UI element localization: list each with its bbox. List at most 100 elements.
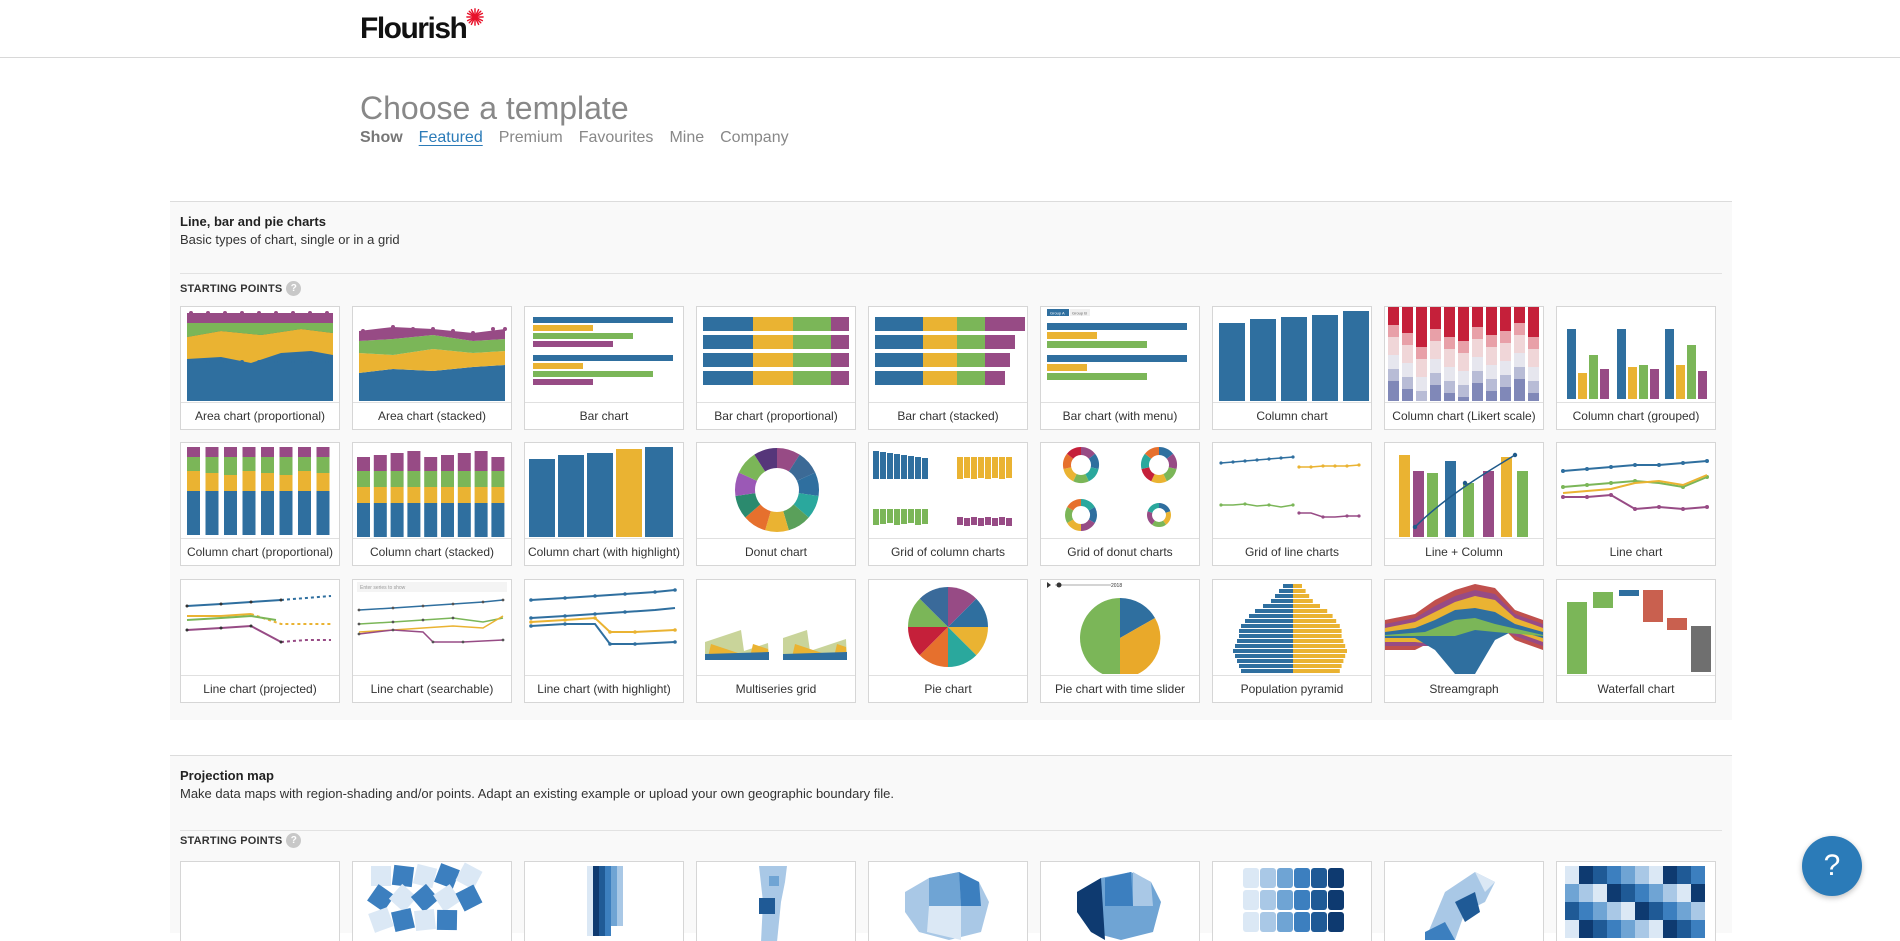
template-card-label: Column chart (grouped) <box>1557 402 1715 430</box>
template-card[interactable]: 2018 Pie chart with time slider <box>1040 579 1200 703</box>
chart-thumbnail-svg <box>908 587 988 667</box>
help-question-icon[interactable]: ? <box>286 833 302 848</box>
template-card[interactable]: Grid of column charts <box>868 442 1028 566</box>
template-card[interactable]: Streamgraph <box>1384 579 1544 703</box>
template-thumbnail <box>869 443 1027 537</box>
map-thumbnail-svg <box>367 862 483 933</box>
chart-thumbnail-svg <box>1063 447 1177 531</box>
chart-thumbnail-svg <box>1219 311 1369 401</box>
template-card[interactable]: Bar chart <box>524 306 684 430</box>
map-template-card[interactable] <box>352 861 512 941</box>
section-line-bar-pie: Line, bar and pie charts Basic types of … <box>170 201 1732 720</box>
template-card-label: Population pyramid <box>1213 675 1371 703</box>
template-card-label: Area chart (stacked) <box>353 402 511 430</box>
template-card-label: Grid of column charts <box>869 538 1027 566</box>
chart-thumbnail-svg <box>873 451 1012 526</box>
template-card[interactable]: Donut chart <box>696 442 856 566</box>
template-thumbnail <box>1385 307 1543 401</box>
chart-thumbnail-svg <box>1219 455 1361 519</box>
template-thumbnail <box>525 443 683 537</box>
template-thumbnail <box>869 580 1027 674</box>
flourish-logo[interactable]: Flourish <box>360 8 484 46</box>
svg-text:2018: 2018 <box>1111 583 1122 589</box>
chart-thumbnail-svg <box>1567 329 1707 399</box>
section-divider <box>180 273 1722 274</box>
map-template-card[interactable] <box>1040 861 1200 941</box>
template-thumbnail <box>181 307 339 401</box>
chart-thumbnail-svg <box>875 317 1025 385</box>
template-card[interactable]: Line chart (with highlight) <box>524 579 684 703</box>
map-thumbnail-svg <box>1077 872 1161 940</box>
chart-thumbnail-svg <box>529 588 677 646</box>
tab-company[interactable]: Company <box>720 129 788 147</box>
template-card[interactable]: Column chart (grouped) <box>1556 306 1716 430</box>
map-template-card[interactable] <box>868 861 1028 941</box>
template-card[interactable]: Bar chart (proportional) <box>696 306 856 430</box>
template-card-label: Area chart (proportional) <box>181 402 339 430</box>
map-template-card[interactable] <box>180 861 340 941</box>
map-template-card[interactable] <box>1212 861 1372 941</box>
template-card[interactable]: Grid of line charts <box>1212 442 1372 566</box>
template-card[interactable]: Area chart (proportional) <box>180 306 340 430</box>
chart-thumbnail-svg <box>705 630 847 660</box>
chart-thumbnail-svg <box>1561 459 1709 511</box>
template-card[interactable]: Column chart <box>1212 306 1372 430</box>
template-card[interactable]: Area chart (stacked) <box>352 306 512 430</box>
logo-star-icon <box>466 8 484 26</box>
template-card[interactable]: Group A Group B Bar chart (with menu) <box>1040 306 1200 430</box>
svg-text:Enter series to show: Enter series to show <box>360 585 406 591</box>
chart-thumbnail-svg <box>1567 590 1711 674</box>
template-card-label: Column chart <box>1213 402 1371 430</box>
template-thumbnail <box>353 307 511 401</box>
template-card[interactable]: Column chart (with highlight) <box>524 442 684 566</box>
svg-text:Group A: Group A <box>1050 311 1065 316</box>
map-template-card[interactable] <box>696 861 856 941</box>
logo-text: Flourish <box>360 12 468 45</box>
section-description: Basic types of chart, single or in a gri… <box>180 232 400 247</box>
map-template-card[interactable] <box>1384 861 1544 941</box>
map-template-card[interactable] <box>524 861 684 941</box>
top-bar: Flourish <box>0 0 1900 58</box>
template-card[interactable]: Line + Column <box>1384 442 1544 566</box>
template-card[interactable]: Grid of donut charts <box>1040 442 1200 566</box>
tab-premium[interactable]: Premium <box>499 129 563 147</box>
svg-text:Group B: Group B <box>1072 311 1087 316</box>
chart-thumbnail-svg <box>1385 584 1543 674</box>
chart-thumbnail-svg <box>187 447 330 535</box>
template-thumbnail <box>1557 580 1715 674</box>
template-card[interactable]: Enter series to show Line chart (searchab… <box>352 579 512 703</box>
starting-points-label: STARTING POINTS ? <box>180 833 302 848</box>
chart-thumbnail-svg <box>1399 452 1528 537</box>
template-card[interactable]: Bar chart (stacked) <box>868 306 1028 430</box>
map-thumbnail-svg <box>1243 868 1344 932</box>
map-thumbnail-svg <box>759 866 787 941</box>
chart-thumbnail-svg: Group A Group B <box>1047 309 1187 380</box>
template-thumbnail: Enter series to show <box>353 580 511 674</box>
template-card[interactable]: Multiseries grid <box>696 579 856 703</box>
tab-featured[interactable]: Featured <box>419 129 483 147</box>
template-card[interactable]: Waterfall chart <box>1556 579 1716 703</box>
template-card-label: Streamgraph <box>1385 675 1543 703</box>
starting-points-label: STARTING POINTS ? <box>180 281 302 296</box>
tab-mine[interactable]: Mine <box>669 129 704 147</box>
template-card[interactable]: Column chart (proportional) <box>180 442 340 566</box>
help-question-icon[interactable]: ? <box>286 281 302 296</box>
template-thumbnail <box>1385 580 1543 674</box>
help-chat-button[interactable]: ? <box>1802 836 1862 896</box>
map-template-card[interactable] <box>1556 861 1716 941</box>
template-card[interactable]: Column chart (Likert scale) <box>1384 306 1544 430</box>
template-card[interactable]: Population pyramid <box>1212 579 1372 703</box>
template-card[interactable]: Column chart (stacked) <box>352 442 512 566</box>
starting-points-text: STARTING POINTS <box>180 834 283 847</box>
tab-favourites[interactable]: Favourites <box>579 129 654 147</box>
chart-thumbnail-svg <box>533 317 673 385</box>
template-card[interactable]: Pie chart <box>868 579 1028 703</box>
template-card[interactable]: Line chart (projected) <box>180 579 340 703</box>
section-description: Make data maps with region-shading and/o… <box>180 786 894 801</box>
chart-thumbnail-svg: Enter series to show <box>357 582 507 644</box>
template-thumbnail <box>181 580 339 674</box>
template-thumbnail: 2018 <box>1041 580 1199 674</box>
template-card[interactable]: Line chart <box>1556 442 1716 566</box>
template-thumbnail <box>525 307 683 401</box>
template-card-label: Grid of line charts <box>1213 538 1371 566</box>
